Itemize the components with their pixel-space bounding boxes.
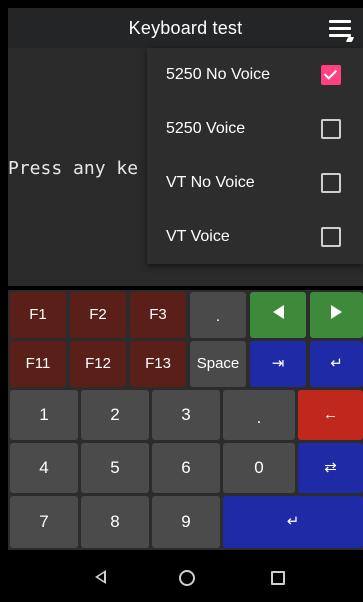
key-dot-top[interactable]: . bbox=[190, 292, 246, 338]
key-0[interactable]: 0 bbox=[223, 443, 295, 493]
key-7[interactable]: 7 bbox=[10, 496, 78, 548]
app-bar: Keyboard test bbox=[8, 8, 363, 48]
menu-item-label: 5250 No Voice bbox=[166, 66, 271, 83]
key-f13[interactable]: F13 bbox=[130, 341, 186, 387]
key-dot[interactable]: . bbox=[223, 390, 295, 440]
key-5[interactable]: 5 bbox=[81, 443, 149, 493]
key-8[interactable]: 8 bbox=[81, 496, 149, 548]
home-icon[interactable] bbox=[179, 570, 195, 586]
checkbox-checked-icon[interactable] bbox=[321, 65, 341, 85]
key-backspace[interactable]: ← bbox=[298, 390, 363, 440]
keyboard: F1 F2 F3 . F11 F12 F13 Space ⇥ ↵ 1 2 3 .… bbox=[8, 290, 363, 550]
key-tab[interactable]: ⇥ bbox=[250, 341, 306, 387]
menu-item-vt-voice[interactable]: VT Voice bbox=[147, 210, 363, 264]
key-4[interactable]: 4 bbox=[10, 443, 78, 493]
checkbox-icon[interactable] bbox=[321, 173, 341, 193]
arrow-left-icon bbox=[272, 305, 284, 319]
key-enter[interactable]: ↵ bbox=[223, 496, 363, 548]
menu-item-5250-voice[interactable]: 5250 Voice bbox=[147, 102, 363, 156]
checkbox-icon[interactable] bbox=[321, 227, 341, 247]
key-f12[interactable]: F12 bbox=[70, 341, 126, 387]
key-9[interactable]: 9 bbox=[152, 496, 220, 548]
terminal-text: Press any ke bbox=[8, 158, 139, 179]
key-6[interactable]: 6 bbox=[152, 443, 220, 493]
menu-icon[interactable] bbox=[327, 18, 355, 42]
page-title: Keyboard test bbox=[128, 18, 243, 38]
back-icon[interactable] bbox=[92, 568, 110, 586]
menu-item-5250-no-voice[interactable]: 5250 No Voice bbox=[147, 48, 363, 102]
menu-item-vt-no-voice[interactable]: VT No Voice bbox=[147, 156, 363, 210]
menu-item-label: VT No Voice bbox=[166, 174, 255, 191]
key-f2[interactable]: F2 bbox=[70, 292, 126, 338]
key-field-exit[interactable]: ⇄ bbox=[298, 443, 363, 493]
key-right-arrow[interactable] bbox=[310, 292, 363, 338]
menu-item-label: VT Voice bbox=[166, 228, 230, 245]
key-1[interactable]: 1 bbox=[10, 390, 78, 440]
key-f11[interactable]: F11 bbox=[10, 341, 66, 387]
key-f3[interactable]: F3 bbox=[130, 292, 186, 338]
app-screen: Keyboard test Press any ke 5250 No Voice… bbox=[0, 0, 363, 602]
key-f1[interactable]: F1 bbox=[10, 292, 66, 338]
menu-item-label: 5250 Voice bbox=[166, 120, 246, 137]
options-menu: 5250 No Voice 5250 Voice VT No Voice VT … bbox=[147, 48, 363, 264]
checkbox-icon[interactable] bbox=[321, 119, 341, 139]
recent-apps-icon[interactable] bbox=[271, 571, 285, 585]
key-space[interactable]: Space bbox=[190, 341, 246, 387]
key-return[interactable]: ↵ bbox=[310, 341, 363, 387]
key-left-arrow[interactable] bbox=[250, 292, 306, 338]
system-nav-bar bbox=[8, 552, 363, 602]
arrow-right-icon bbox=[331, 305, 342, 319]
key-3[interactable]: 3 bbox=[152, 390, 220, 440]
key-2[interactable]: 2 bbox=[81, 390, 149, 440]
